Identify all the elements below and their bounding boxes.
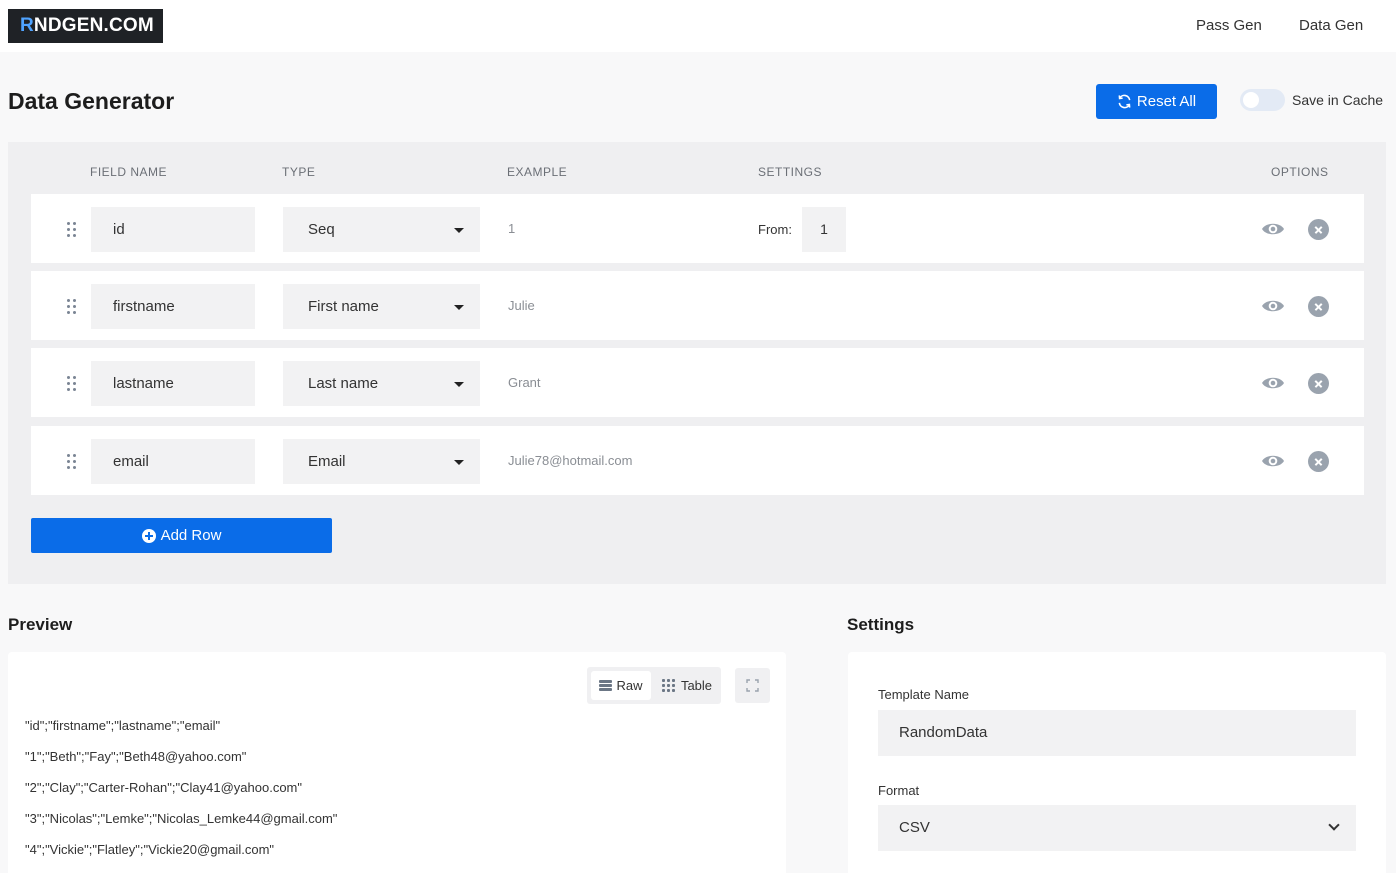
raw-view-button[interactable]: Raw <box>591 671 651 700</box>
settings-title: Settings <box>847 615 915 634</box>
field-row: lastname Last name Grant <box>31 348 1364 417</box>
table-view-button[interactable]: Table <box>657 671 717 700</box>
field-row: email Email Julie78@hotmail.com <box>31 426 1364 495</box>
reset-all-label: Reset All <box>1136 93 1197 110</box>
preview-card: Raw Table "id";"firstname";"lastname";"e… <box>8 652 786 873</box>
drag-handle-icon[interactable] <box>67 222 77 238</box>
save-in-cache-toggle[interactable] <box>1240 89 1285 111</box>
nav-data-gen[interactable]: Data Gen <box>1299 17 1363 34</box>
fullscreen-button[interactable] <box>735 668 770 703</box>
field-type-value: First name <box>308 298 379 315</box>
top-navbar: R NDGEN.COM Pass Gen Data Gen <box>0 0 1396 52</box>
grid-icon <box>661 678 676 693</box>
settings-card: Template Name RandomData Format CSV <box>848 652 1386 873</box>
field-type-select[interactable]: Last name <box>283 361 480 406</box>
template-name-label: Template Name <box>878 687 970 702</box>
field-example: Julie <box>508 298 535 313</box>
eye-icon[interactable] <box>1261 452 1285 470</box>
plus-circle-icon <box>141 528 156 543</box>
preview-line: "id";"firstname";"lastname";"email" <box>25 718 221 733</box>
col-type: TYPE <box>282 165 316 179</box>
preview-title: Preview <box>8 615 73 634</box>
add-row-label: Add Row <box>160 527 222 544</box>
field-type-value: Email <box>308 453 346 470</box>
field-type-value: Last name <box>308 375 379 392</box>
eye-icon[interactable] <box>1261 220 1285 238</box>
field-type-value: Seq <box>308 221 335 238</box>
eye-icon[interactable] <box>1261 297 1285 315</box>
view-mode-toggle: Raw Table <box>587 667 721 704</box>
logo-r: R <box>20 15 34 36</box>
field-example: Grant <box>508 375 541 390</box>
remove-row-icon[interactable] <box>1308 219 1329 240</box>
preview-line: "3";"Nicolas";"Lemke";"Nicolas_Lemke44@g… <box>25 811 338 826</box>
field-type-select[interactable]: Seq <box>283 207 480 252</box>
caret-down-icon <box>454 382 464 387</box>
fields-panel: FIELD NAME TYPE EXAMPLE SETTINGS OPTIONS… <box>8 142 1386 584</box>
drag-handle-icon[interactable] <box>67 299 77 315</box>
chevron-down-icon <box>1328 819 1340 831</box>
col-field-name: FIELD NAME <box>90 165 168 179</box>
field-type-select[interactable]: First name <box>283 284 480 329</box>
eye-icon[interactable] <box>1261 374 1285 392</box>
remove-row-icon[interactable] <box>1308 296 1329 317</box>
field-type-select[interactable]: Email <box>283 439 480 484</box>
field-name-input[interactable]: id <box>91 207 255 252</box>
remove-row-icon[interactable] <box>1308 451 1329 472</box>
logo-text: NDGEN.COM <box>33 15 154 36</box>
refresh-icon <box>1118 94 1131 109</box>
drag-handle-icon[interactable] <box>67 454 77 470</box>
preview-line: "2";"Clay";"Carter-Rohan";"Clay41@yahoo.… <box>25 780 302 795</box>
col-options: OPTIONS <box>1271 165 1329 179</box>
format-value: CSV <box>899 819 930 836</box>
preview-line: "4";"Vickie";"Flatley";"Vickie20@gmail.c… <box>25 842 275 857</box>
nav-pass-gen[interactable]: Pass Gen <box>1196 17 1262 34</box>
field-name-input[interactable]: email <box>91 439 255 484</box>
expand-icon <box>746 679 759 692</box>
page-title: Data Generator <box>8 88 175 114</box>
add-row-button[interactable]: Add Row <box>31 518 332 553</box>
format-label: Format <box>878 783 920 798</box>
remove-row-icon[interactable] <box>1308 373 1329 394</box>
col-example: EXAMPLE <box>507 165 568 179</box>
toggle-knob <box>1243 92 1259 108</box>
field-name-input[interactable]: lastname <box>91 361 255 406</box>
reset-all-button[interactable]: Reset All <box>1096 84 1217 119</box>
preview-line: "1";"Beth";"Fay";"Beth48@yahoo.com" <box>25 749 247 764</box>
field-example: Julie78@hotmail.com <box>508 453 633 468</box>
caret-down-icon <box>454 228 464 233</box>
drag-handle-icon[interactable] <box>67 376 77 392</box>
table-label: Table <box>680 678 713 693</box>
save-in-cache-label: Save in Cache <box>1292 92 1384 108</box>
format-select[interactable]: CSV <box>878 805 1356 851</box>
caret-down-icon <box>454 460 464 465</box>
col-settings: SETTINGS <box>758 165 823 179</box>
template-name-input[interactable]: RandomData <box>878 710 1356 756</box>
field-example: 1 <box>508 221 516 236</box>
field-row: id Seq 1 From: 1 <box>31 194 1364 263</box>
from-label: From: <box>758 222 792 237</box>
from-input[interactable]: 1 <box>802 207 846 252</box>
site-logo[interactable]: R NDGEN.COM <box>8 9 163 43</box>
caret-down-icon <box>454 305 464 310</box>
field-name-input[interactable]: firstname <box>91 284 255 329</box>
list-icon <box>599 680 613 691</box>
raw-label: Raw <box>616 678 643 693</box>
field-row: firstname First name Julie <box>31 271 1364 340</box>
